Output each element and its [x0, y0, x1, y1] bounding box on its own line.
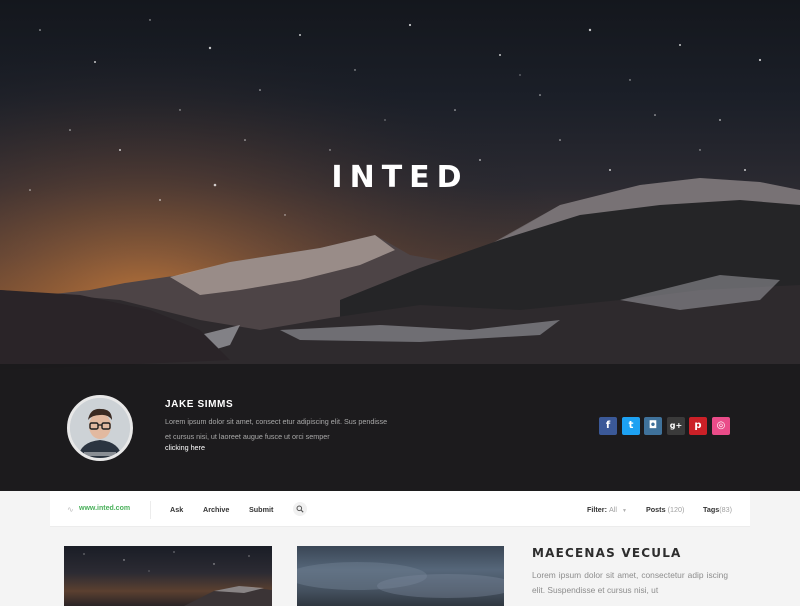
- dribbble-icon: ◎: [716, 420, 726, 431]
- nav-submit[interactable]: Submit: [249, 505, 273, 514]
- nav-ask[interactable]: Ask: [170, 505, 183, 514]
- post-title[interactable]: MAECENAS VECULA: [532, 546, 682, 560]
- site-title: INTED: [331, 160, 469, 195]
- site-url-link[interactable]: www.inted.com: [79, 505, 130, 512]
- hero-banner: INTED JAKE SIMMS Lorem ipsum dolor sit a…: [0, 0, 800, 491]
- dribbble-button[interactable]: ◎: [712, 417, 730, 435]
- search-icon: [296, 505, 304, 513]
- posts-label: Posts: [646, 505, 666, 514]
- link-icon: ∿: [67, 505, 74, 514]
- google-plus-button[interactable]: g+: [667, 417, 685, 435]
- profile-link[interactable]: clicking here: [165, 443, 205, 452]
- tags-label: Tags: [703, 505, 720, 514]
- profile-name: JAKE SIMMS: [165, 399, 234, 410]
- nav-posts[interactable]: Posts (120): [646, 505, 684, 514]
- facebook-button[interactable]: f: [599, 417, 617, 435]
- google-plus-icon: g+: [669, 421, 683, 430]
- filter-dropdown[interactable]: Filter: All ▼: [587, 505, 627, 514]
- pinterest-icon: p: [694, 420, 702, 431]
- pinterest-button[interactable]: p: [689, 417, 707, 435]
- post-image-art: [83, 551, 272, 606]
- chevron-down-icon: ▼: [621, 508, 627, 514]
- nav-archive[interactable]: Archive: [203, 505, 229, 514]
- filter-label: Filter:: [587, 505, 607, 514]
- post-excerpt: Lorem ipsum dolor sit amet, consectetur …: [532, 570, 728, 595]
- twitter-button[interactable]: t: [622, 417, 640, 435]
- nav-divider: [150, 501, 151, 519]
- posts-count: (120): [667, 505, 685, 514]
- filter-value: All: [608, 505, 617, 514]
- instagram-button[interactable]: ◘: [644, 417, 662, 435]
- search-button[interactable]: [293, 502, 307, 516]
- instagram-icon: ◘: [648, 420, 658, 431]
- facebook-icon: f: [605, 420, 611, 431]
- post-image-clouds-art: [297, 562, 504, 598]
- post-image-cloudy-sky[interactable]: [297, 546, 504, 606]
- post-image-night-mountain[interactable]: [64, 546, 272, 606]
- twitter-icon: t: [628, 420, 634, 431]
- profile-bio: Lorem ipsum dolor sit amet, consect etur…: [165, 417, 388, 441]
- nav-bar: ∿ www.inted.com Ask Archive Submit Filte…: [50, 491, 750, 527]
- tags-count: (83): [719, 505, 733, 514]
- nav-tags[interactable]: Tags(83): [703, 505, 732, 514]
- avatar: [67, 395, 133, 461]
- avatar-photo: [70, 398, 130, 458]
